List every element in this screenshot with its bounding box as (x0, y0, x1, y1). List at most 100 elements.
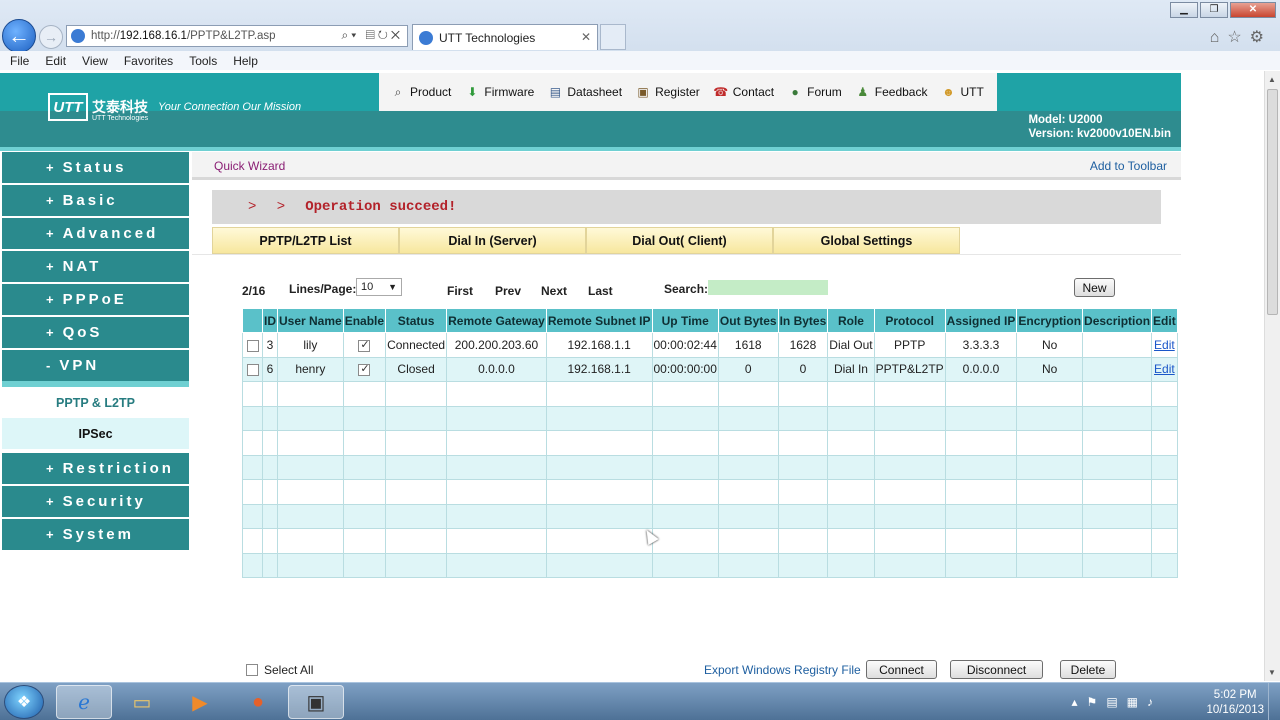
sidebar-item-nat[interactable]: + NAT (2, 251, 189, 282)
disconnect-button[interactable]: Disconnect (950, 660, 1043, 679)
taskbar-firefox[interactable]: ● (230, 685, 286, 719)
forward-button[interactable]: → (39, 25, 63, 49)
sidebar-item-advanced[interactable]: + Advanced (2, 218, 189, 249)
menu-view[interactable]: View (82, 54, 108, 68)
sidebar-item-status[interactable]: + Status (2, 152, 189, 183)
toolbar-forum[interactable]: ● Forum (786, 83, 841, 101)
empty-cell (545, 381, 653, 407)
edit-link[interactable]: Edit (1154, 362, 1175, 376)
empty-cell (262, 479, 278, 505)
next-page-link[interactable]: Next (541, 284, 567, 298)
tray-arrow-icon[interactable]: ▴ (1072, 695, 1087, 709)
close-window-button[interactable]: ✕ (1230, 2, 1276, 18)
add-to-toolbar-link[interactable]: Add to Toolbar (1090, 159, 1167, 173)
empty-cell (1082, 503, 1153, 529)
cell-remote-subnet: 192.168.1.1 (545, 356, 653, 382)
scrollbar-thumb[interactable] (1267, 89, 1278, 315)
select-all-control[interactable]: Select All (246, 663, 313, 677)
stop-icon[interactable]: ✕ (391, 28, 403, 42)
start-button[interactable]: ❖ (4, 685, 44, 719)
empty-cell (717, 503, 779, 529)
first-page-link[interactable]: First (447, 284, 473, 298)
close-tab-icon[interactable]: ✕ (581, 30, 591, 44)
home-icon[interactable]: ⌂ (1210, 29, 1228, 46)
search-icon[interactable]: ⌕▾ (341, 28, 359, 42)
connect-button[interactable]: Connect (866, 660, 937, 679)
menu-file[interactable]: File (10, 54, 29, 68)
tab-dial-in-server[interactable]: Dial In (Server) (399, 227, 586, 254)
row-select-checkbox[interactable] (246, 364, 259, 377)
sidebar-item-pppoe[interactable]: + PPPoE (2, 284, 189, 315)
tray-volume-icon[interactable]: ♪ (1147, 695, 1162, 709)
toolbar-register[interactable]: ▣ Register (634, 83, 699, 101)
cell-encryption: No (1016, 356, 1084, 382)
sidebar-item-restriction[interactable]: + Restriction (2, 453, 189, 484)
row-select-checkbox[interactable] (246, 339, 259, 352)
back-button[interactable]: ← (2, 19, 36, 53)
address-bar[interactable]: http://192.168.16.1/PPTP&L2TP.asp ⌕▾ ▤↻✕ (66, 25, 408, 47)
sidebar-sub-ipsec[interactable]: IPSec (2, 418, 189, 449)
compat-icon[interactable]: ▤ (366, 28, 378, 42)
taskbar-media-player[interactable]: ▶ (172, 685, 228, 719)
tab-global-settings[interactable]: Global Settings (773, 227, 960, 254)
taskbar-clock[interactable]: 5:02 PM 10/16/2013 (1206, 688, 1264, 718)
search-input[interactable] (708, 280, 828, 295)
prev-page-link[interactable]: Prev (495, 284, 521, 298)
empty-cell (342, 552, 387, 578)
sidebar-item-basic[interactable]: + Basic (2, 185, 189, 216)
minimize-button[interactable]: ▁ (1170, 2, 1198, 18)
toolbar-contact[interactable]: ☎ Contact (712, 83, 774, 101)
enable-checkbox[interactable] (358, 338, 371, 352)
scroll-down-icon[interactable]: ▼ (1268, 668, 1276, 677)
toolbar-utt[interactable]: ☻ UTT (939, 83, 984, 101)
empty-cell (385, 430, 448, 456)
quick-wizard-link[interactable]: Quick Wizard (214, 159, 285, 173)
star-icon[interactable]: ☆ (1227, 29, 1249, 46)
new-tab-button[interactable] (600, 24, 626, 50)
sidebar-sub-pptp-l2tp[interactable]: PPTP & L2TP (2, 387, 189, 418)
phone-icon: ☎ (713, 85, 729, 99)
cell-in-bytes: 0 (777, 356, 829, 382)
gear-icon[interactable]: ⚙ (1250, 29, 1272, 46)
restore-button[interactable]: ❐ (1200, 2, 1228, 18)
lines-per-page-label: Lines/Page: (289, 282, 357, 296)
taskbar-explorer[interactable]: ▭ (114, 685, 170, 719)
clipboard-icon: ▣ (637, 85, 649, 99)
scroll-up-icon[interactable]: ▲ (1268, 75, 1276, 84)
lines-per-page-select[interactable]: 10 ▼ (356, 278, 402, 296)
toolbar-product[interactable]: ⌕ Product (389, 83, 452, 101)
sidebar-item-vpn[interactable]: - VPN (2, 350, 189, 381)
sidebar-item-system[interactable]: + System (2, 519, 189, 550)
cell-enable (342, 332, 387, 358)
toolbar-feedback[interactable]: ♟ Feedback (854, 83, 927, 101)
tab-pptp-l2tp-list[interactable]: PPTP/L2TP List (212, 227, 399, 254)
tray-network-icon[interactable]: ▦ (1127, 695, 1147, 709)
new-button[interactable]: New (1074, 278, 1115, 297)
menu-tools[interactable]: Tools (189, 54, 217, 68)
enable-checkbox[interactable] (358, 362, 371, 377)
show-desktop-button[interactable] (1268, 683, 1280, 720)
firefox-icon: ● (251, 690, 265, 713)
browser-tab[interactable]: UTT Technologies ✕ (412, 24, 598, 50)
last-page-link[interactable]: Last (588, 284, 613, 298)
select-all-checkbox[interactable] (246, 664, 258, 676)
empty-cell (545, 528, 653, 554)
tray-flag-icon[interactable]: ⚑ (1087, 695, 1107, 709)
menu-edit[interactable]: Edit (45, 54, 66, 68)
menu-help[interactable]: Help (233, 54, 258, 68)
refresh-icon[interactable]: ↻ (378, 28, 391, 42)
toolbar-firmware[interactable]: ⬇ Firmware (463, 83, 534, 101)
sidebar-item-qos[interactable]: + QoS (2, 317, 189, 348)
toolbar-datasheet[interactable]: ▤ Datasheet (546, 83, 622, 101)
taskbar-ie[interactable]: ℯ (56, 685, 112, 719)
edit-link[interactable]: Edit (1154, 338, 1175, 352)
menu-favorites[interactable]: Favorites (124, 54, 173, 68)
vertical-scrollbar[interactable]: ▲ ▼ (1264, 71, 1280, 681)
tab-dial-out-client[interactable]: Dial Out( Client) (586, 227, 773, 254)
tray-device-icon[interactable]: ▤ (1106, 695, 1126, 709)
taskbar-app[interactable]: ▣ (288, 685, 344, 719)
sidebar-item-security[interactable]: + Security (2, 486, 189, 517)
export-registry-link[interactable]: Export Windows Registry File (704, 663, 861, 677)
address-tools[interactable]: ⌕▾ ▤↻✕ (341, 28, 403, 43)
delete-button[interactable]: Delete (1060, 660, 1116, 679)
